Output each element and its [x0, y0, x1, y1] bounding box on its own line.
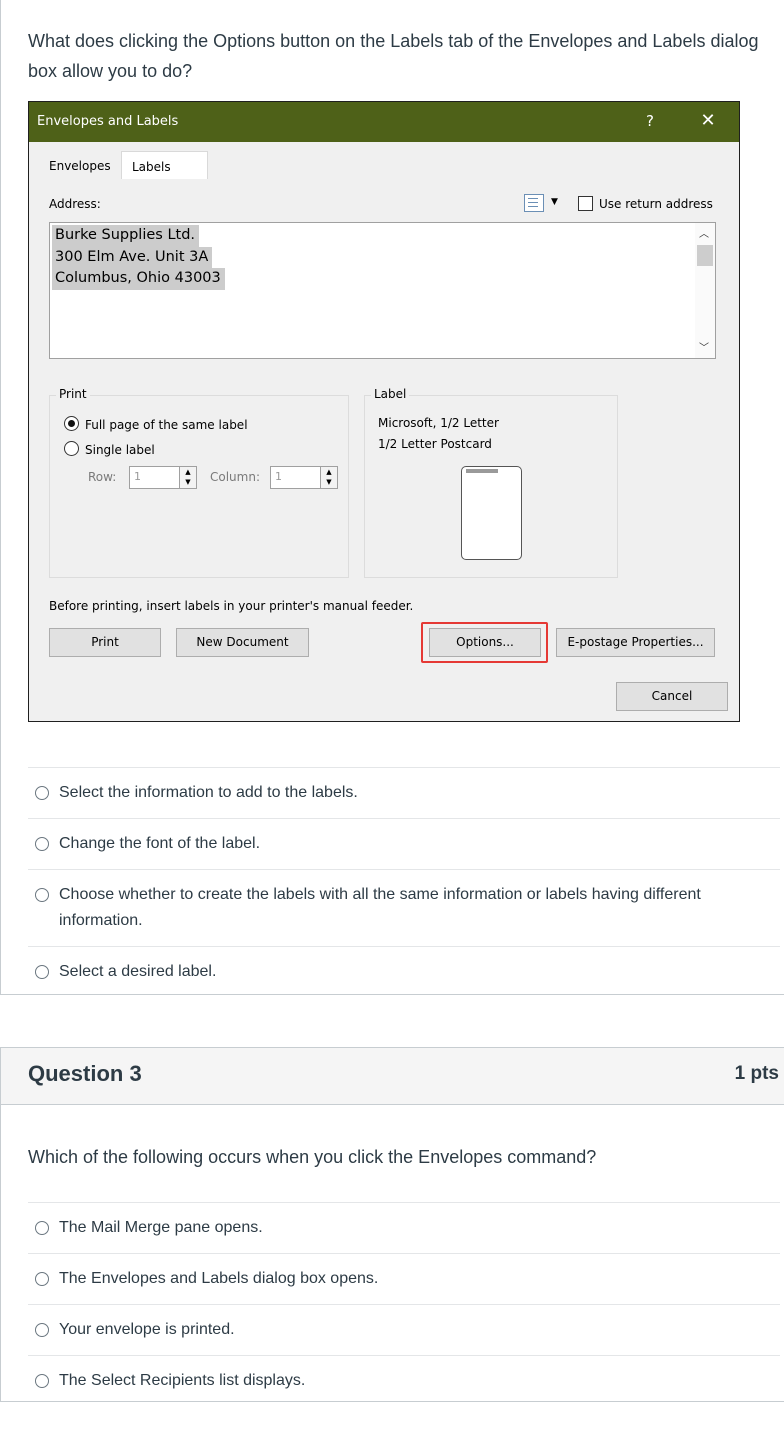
options-highlight-box — [421, 622, 548, 663]
address-line: Burke Supplies Ltd. — [52, 225, 200, 247]
single-label-label: Single label — [85, 443, 155, 457]
chevron-down-icon: ▼ — [551, 197, 558, 207]
print-group: Print Full page of the same label Single… — [49, 387, 349, 578]
label-vendor: Microsoft, 1/2 Letter — [378, 416, 499, 430]
full-page-label: Full page of the same label — [85, 418, 248, 432]
envelopes-labels-dialog-screenshot: Envelopes and Labels ? ✕ Envelopes Label… — [28, 101, 740, 722]
label-group-legend: Label — [371, 387, 410, 401]
single-label-radio — [64, 441, 79, 456]
answer-radio[interactable] — [35, 1272, 49, 1286]
address-line: Columbus, Ohio 43003 — [52, 268, 225, 290]
question-2-card: What does clicking the Options button on… — [0, 0, 784, 995]
help-icon: ? — [646, 112, 654, 130]
address-line: 300 Elm Ave. Unit 3A — [52, 246, 213, 268]
column-spinner: 1 ▲ ▼ — [270, 466, 338, 489]
use-return-address-label: Use return address — [599, 197, 713, 211]
answer-radio[interactable] — [35, 786, 49, 800]
row-spinner: 1 ▲ ▼ — [129, 466, 197, 489]
cancel-button: Cancel — [616, 682, 728, 711]
dialog-title-bar: Envelopes and Labels ? ✕ — [29, 102, 739, 142]
address-scrollbar: ︿ ﹀ — [695, 223, 715, 358]
answer-option[interactable]: Select a desired label. — [28, 946, 780, 997]
answer-radio[interactable] — [35, 888, 49, 902]
question-title: Question 3 — [28, 1061, 142, 1086]
question-3-header: Question 3 1 pts — [1, 1048, 784, 1105]
question-3-text: Which of the following occurs when you c… — [28, 1147, 597, 1167]
spinner-arrows-icon: ▲ ▼ — [320, 467, 337, 488]
answer-option[interactable]: The Select Recipients list displays. — [28, 1355, 780, 1406]
chevron-down-icon: ﹀ — [699, 343, 709, 354]
question-3-answers: The Mail Merge pane opens. The Envelopes… — [28, 1202, 780, 1406]
dialog-title: Envelopes and Labels — [37, 114, 179, 129]
answer-radio[interactable] — [35, 1323, 49, 1337]
label-product: 1/2 Letter Postcard — [378, 437, 492, 451]
spinner-arrows-icon: ▲ ▼ — [179, 467, 196, 488]
answer-radio[interactable] — [35, 1221, 49, 1235]
answer-option[interactable]: The Mail Merge pane opens. — [28, 1202, 780, 1253]
address-textbox: Burke Supplies Ltd. 300 Elm Ave. Unit 3A… — [49, 222, 716, 359]
column-label: Column: — [210, 470, 260, 484]
label-group: Label Microsoft, 1/2 Letter 1/2 Letter P… — [364, 387, 618, 578]
tab-envelopes: Envelopes — [49, 159, 111, 173]
print-button: Print — [49, 628, 161, 657]
question-points: 1 pts — [734, 1063, 779, 1084]
chevron-up-icon: ︿ — [699, 229, 709, 240]
use-return-address-checkbox — [578, 196, 593, 211]
answer-option[interactable]: Change the font of the label. — [28, 818, 780, 869]
new-document-button: New Document — [176, 628, 309, 657]
answer-radio[interactable] — [35, 965, 49, 979]
answer-radio[interactable] — [35, 837, 49, 851]
answer-radio[interactable] — [35, 1374, 49, 1388]
close-icon: ✕ — [700, 110, 716, 131]
answer-option[interactable]: Choose whether to create the labels with… — [28, 869, 780, 946]
address-label: Address: — [49, 197, 101, 211]
scrollbar-thumb — [697, 245, 713, 266]
tab-labels: Labels — [121, 151, 208, 179]
full-page-radio — [64, 416, 79, 431]
answer-option[interactable]: Your envelope is printed. — [28, 1304, 780, 1355]
row-label: Row: — [88, 470, 117, 484]
question-2-answers: Select the information to add to the lab… — [28, 767, 780, 997]
question-2-text: What does clicking the Options button on… — [28, 31, 759, 81]
label-preview — [461, 466, 522, 560]
answer-option[interactable]: Select the information to add to the lab… — [28, 767, 780, 818]
print-group-legend: Print — [56, 387, 90, 401]
address-book-icon — [524, 194, 544, 212]
question-3-card: Question 3 1 pts Which of the following … — [0, 1047, 784, 1402]
printer-hint: Before printing, insert labels in your p… — [49, 599, 414, 613]
epostage-properties-button: E-postage Properties... — [556, 628, 715, 657]
answer-option[interactable]: The Envelopes and Labels dialog box open… — [28, 1253, 780, 1304]
